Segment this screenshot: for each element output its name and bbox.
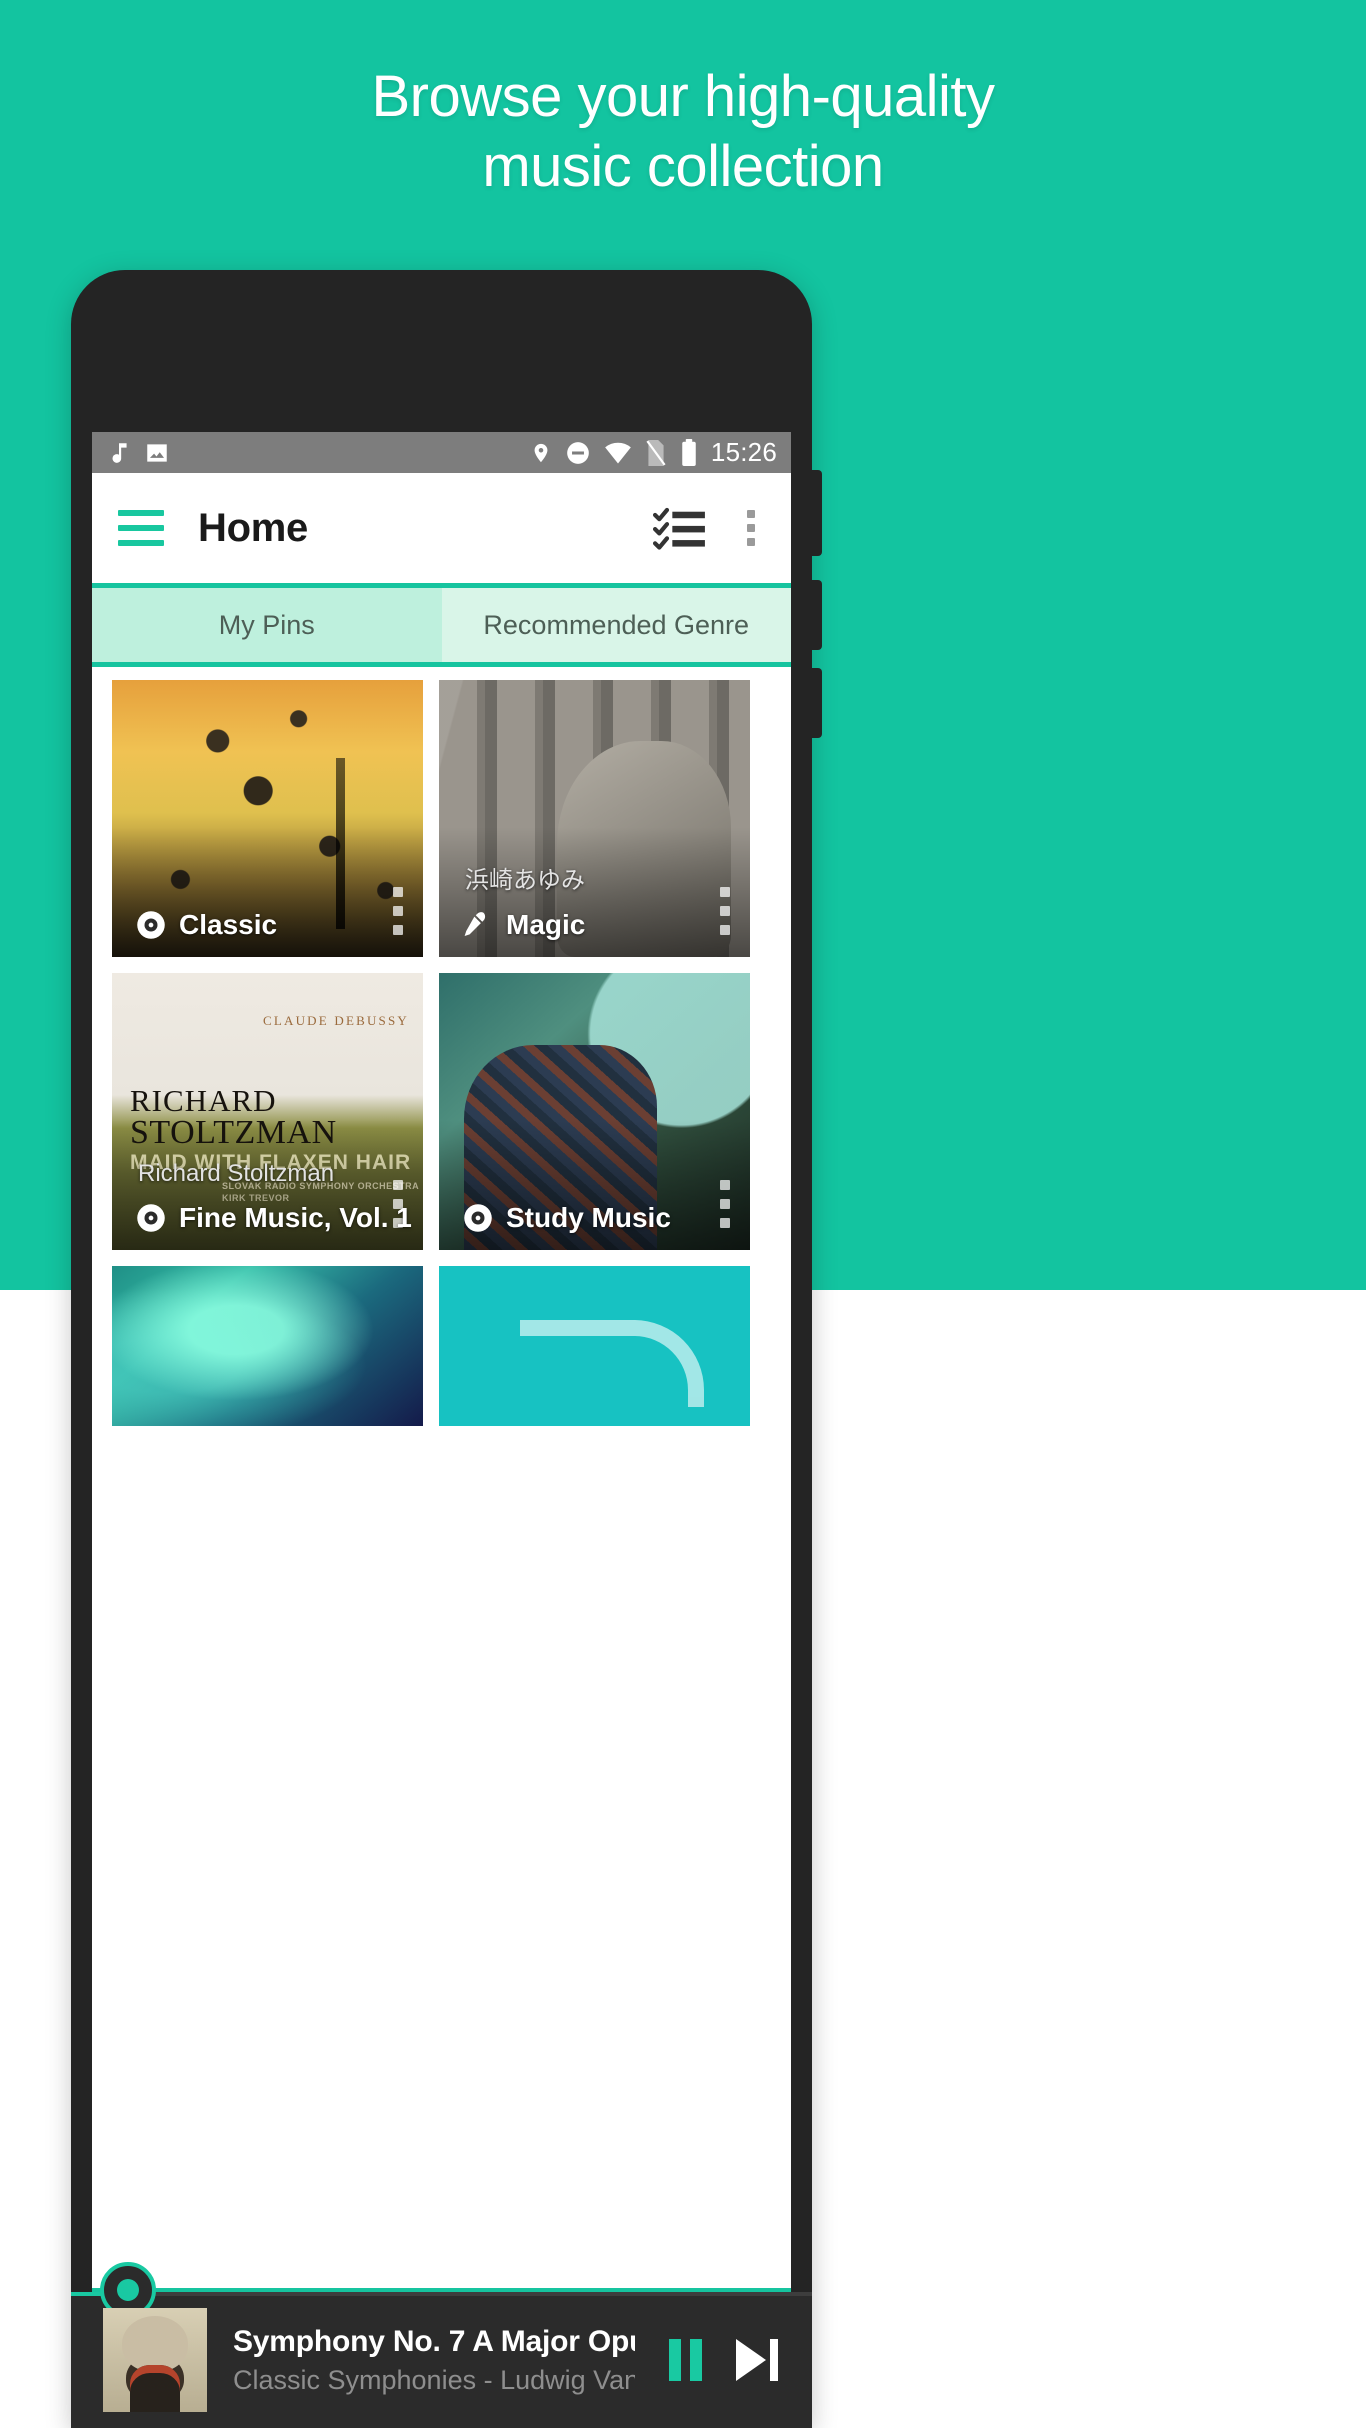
music-note-icon [112, 442, 127, 463]
page-title: Home [198, 505, 308, 550]
device-side-button-power [810, 668, 822, 738]
battery-icon [682, 439, 696, 466]
card-fine-music-vol-1[interactable]: CLAUDE DEBUSSY RICHARD STOLTZMAN MAID WI… [112, 973, 423, 1250]
card-label-row: Classic [136, 909, 277, 941]
tab-bar: My Pins Recommended Genre [92, 583, 791, 667]
tab-recommended-genre-label: Recommended Genre [483, 609, 750, 640]
card-overflow-icon[interactable] [720, 1180, 730, 1228]
image-icon [147, 443, 167, 462]
phone-screen: 15:26 Home My Pins Recommended Genre Cla… [92, 432, 791, 2428]
card-title: Magic [506, 909, 586, 940]
status-bar-clock: 15:26 [710, 437, 777, 467]
tab-my-pins-label: My Pins [218, 609, 315, 640]
now-playing-meta[interactable]: Symphony No. 7 A Major Opus 92: A Classi… [233, 2325, 635, 2396]
microphone-icon [464, 912, 486, 936]
device-side-button-volume-up [810, 470, 822, 556]
phone-device-frame: 15:26 Home My Pins Recommended Genre Cla… [71, 270, 822, 2428]
location-pin-icon [534, 443, 548, 462]
toolbar-actions [653, 505, 765, 551]
player-progress-bar[interactable] [71, 2292, 812, 2296]
card-title: Classic [179, 909, 278, 940]
now-playing-title: Symphony No. 7 A Major Opus 92: A [233, 2324, 635, 2358]
card-aurora[interactable] [112, 1266, 423, 1426]
card-label-row: Fine Music, Vol. 1 [136, 1202, 412, 1234]
card-overflow-icon[interactable] [393, 887, 403, 935]
mini-player-bar: Symphony No. 7 A Major Opus 92: A Classi… [71, 2262, 812, 2428]
do-not-disturb-icon [567, 441, 589, 464]
album-art-aurora [112, 1266, 423, 1426]
card-arrow[interactable] [439, 1266, 750, 1426]
hamburger-menu-icon[interactable] [118, 510, 164, 546]
card-overflow-icon[interactable] [720, 887, 730, 935]
card-title: Fine Music, Vol. 1 [179, 1202, 412, 1233]
card-label-row: Study Music [463, 1202, 671, 1234]
tab-recommended-genre[interactable]: Recommended Genre [441, 588, 791, 662]
card-label-row: Magic [463, 909, 585, 941]
card-subtitle: 浜崎あゆみ [465, 867, 585, 894]
hero-title: Browse your high-quality music collectio… [371, 64, 995, 199]
status-bar-right-icons: 15:26 [530, 437, 777, 468]
app-toolbar: Home [92, 473, 791, 583]
skip-next-button[interactable] [736, 2339, 778, 2381]
card-subtitle: Richard Stoltzman [138, 1160, 335, 1187]
sim-card-icon [646, 439, 666, 466]
wifi-icon [605, 442, 631, 463]
card-magic[interactable]: 浜崎あゆみ Magic [439, 680, 750, 957]
album-disc-icon [464, 1204, 492, 1232]
player-controls [635, 2339, 812, 2381]
status-bar-left-icons [106, 440, 170, 466]
card-title: Study Music [506, 1202, 671, 1233]
album-disc-icon [137, 911, 165, 939]
album-art-arrow [439, 1266, 750, 1426]
playlist-check-icon[interactable] [653, 505, 707, 551]
overflow-menu-icon[interactable] [737, 506, 765, 550]
device-side-button-volume-down [810, 580, 822, 650]
content-grid: Classic 浜崎あゆみ Magic CLAUDE DEBUSSY RICHA… [92, 667, 791, 1426]
tab-my-pins[interactable]: My Pins [92, 588, 442, 662]
card-classic[interactable]: Classic [112, 680, 423, 957]
pause-button[interactable] [669, 2339, 702, 2381]
album-disc-icon [137, 1204, 165, 1232]
art-composer-text: CLAUDE DEBUSSY [262, 1013, 409, 1028]
now-playing-artist: Classic Symphonies - Ludwig Van Bee [233, 2364, 635, 2395]
card-study-music[interactable]: Study Music [439, 973, 750, 1250]
status-bar: 15:26 [92, 432, 791, 473]
now-playing-album-art [103, 2308, 207, 2412]
